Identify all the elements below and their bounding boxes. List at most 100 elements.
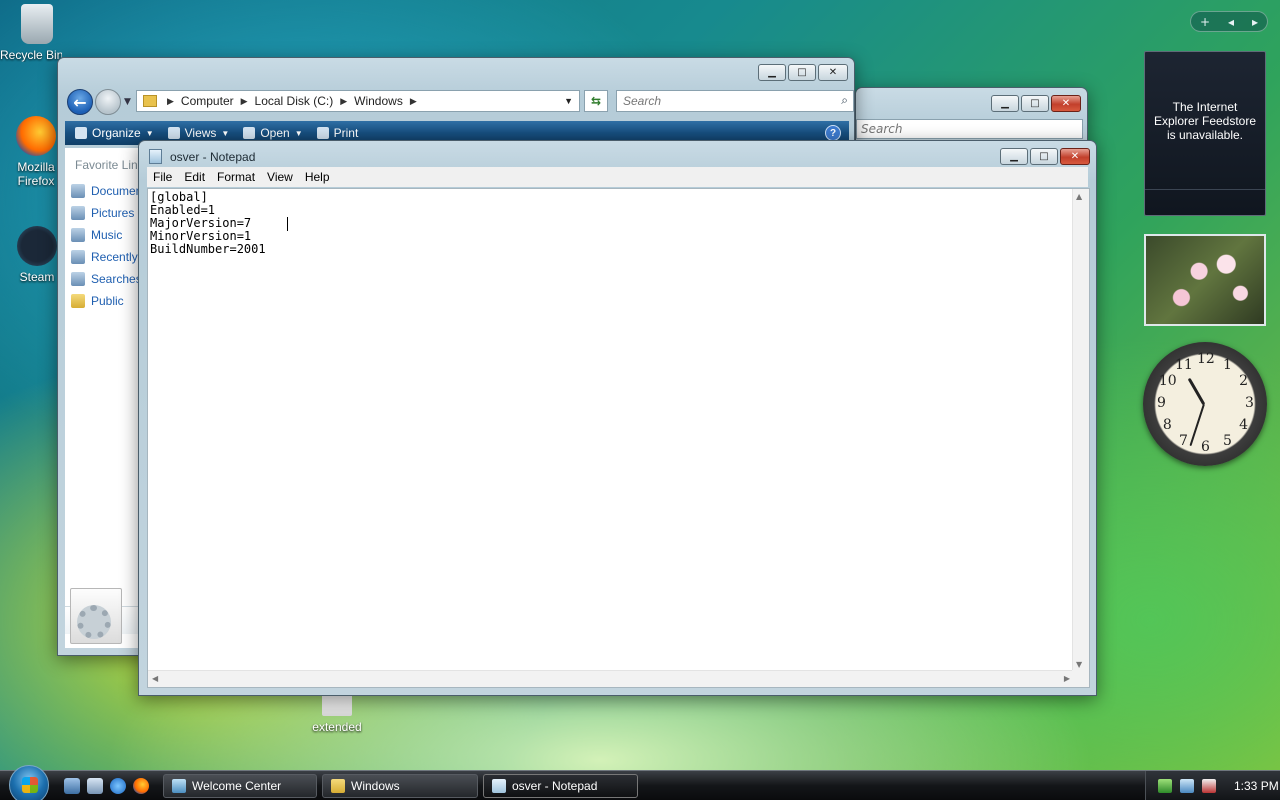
back-button[interactable]: ←	[67, 89, 93, 115]
chevron-right-icon[interactable]: ▶	[336, 96, 351, 107]
extended-desktop-icon[interactable]: extended	[300, 694, 374, 734]
folder-icon	[71, 294, 85, 308]
taskbar-button-notepad[interactable]: osver - Notepad	[483, 774, 638, 798]
nav-item-public[interactable]: Public	[71, 290, 142, 312]
clock-numeral: 4	[1239, 417, 1249, 433]
text-editor[interactable]: [global] Enabled=1 MajorVersion=7 MinorV…	[147, 188, 1090, 688]
menu-help[interactable]: Help	[299, 170, 336, 184]
views-button[interactable]: Views ▼	[167, 126, 230, 140]
breadcrumb-windows[interactable]: Windows	[351, 94, 406, 108]
switch-windows-icon[interactable]	[87, 778, 103, 794]
notepad-icon	[149, 149, 162, 164]
network-icon[interactable]	[1180, 779, 1194, 793]
nav-item-music[interactable]: Music	[71, 224, 142, 246]
volume-muted-icon[interactable]	[1202, 779, 1216, 793]
feed-headlines-gadget[interactable]: The Internet Explorer Feedstore is unava…	[1144, 51, 1266, 216]
maximize-button[interactable]: □	[1021, 95, 1049, 112]
scroll-down-icon[interactable]: ▼	[1076, 660, 1082, 669]
prev-gadget-button[interactable]: ◂	[1228, 15, 1234, 29]
taskbar: Welcome Center Windows osver - Notepad 1…	[0, 765, 1280, 800]
internet-explorer-icon[interactable]	[110, 778, 126, 794]
resize-grip[interactable]	[1072, 670, 1089, 687]
maximize-button[interactable]: □	[1030, 148, 1058, 165]
horizontal-scrollbar[interactable]: ◀ ▶	[148, 670, 1074, 687]
open-button[interactable]: Open ▼	[243, 126, 303, 140]
nav-item-recently-changed[interactable]: Recently Changed	[71, 246, 142, 268]
chevron-down-icon: ▼	[294, 128, 303, 138]
menu-view[interactable]: View	[261, 170, 299, 184]
welcome-center-icon	[172, 779, 186, 793]
slideshow-gadget[interactable]	[1144, 234, 1266, 326]
address-bar[interactable]: ▶ Computer ▶ Local Disk (C:) ▶ Windows ▶…	[136, 90, 580, 112]
recent-icon	[71, 250, 85, 264]
editor-content[interactable]: [global] Enabled=1 MajorVersion=7 MinorV…	[150, 191, 266, 256]
maximize-button[interactable]: □	[788, 64, 816, 81]
taskbar-clock[interactable]: 1:33 PM	[1234, 779, 1279, 793]
text-cursor-icon	[287, 217, 288, 231]
close-button[interactable]: ✕	[1060, 148, 1090, 165]
chevron-right-icon[interactable]: ▶	[237, 96, 252, 107]
menu-file[interactable]: File	[147, 170, 178, 184]
show-desktop-icon[interactable]	[64, 778, 80, 794]
open-icon	[243, 127, 256, 139]
history-dropdown-icon[interactable]: ▼	[124, 97, 131, 107]
nav-item-documents[interactable]: Documents	[71, 180, 142, 202]
scroll-right-icon[interactable]: ▶	[1064, 674, 1070, 683]
help-icon[interactable]: ?	[825, 125, 841, 141]
breadcrumb-local-disk[interactable]: Local Disk (C:)	[252, 94, 337, 108]
forward-button[interactable]	[95, 89, 121, 115]
nav-item-pictures[interactable]: Pictures	[71, 202, 142, 224]
chevron-down-icon: ▼	[221, 128, 230, 138]
pictures-icon	[71, 206, 85, 220]
chevron-right-icon[interactable]: ▶	[406, 96, 421, 107]
start-button[interactable]	[9, 765, 49, 800]
print-button[interactable]: Print	[316, 126, 358, 140]
favorite-links-header: Favorite Links	[75, 158, 142, 172]
desktop-icon-label: Mozilla Firefox	[17, 160, 55, 188]
recycle-bin-icon[interactable]: Recycle Bin	[0, 4, 74, 62]
gear-icon	[77, 605, 111, 639]
clock-gadget[interactable]: 12 1 2 3 4 5 6 7 8 9 10 11	[1143, 342, 1267, 466]
refresh-button[interactable]: ⇆	[584, 90, 608, 112]
search-input[interactable]: Search	[856, 119, 1083, 139]
navigation-pane: Favorite Links Documents Pictures Music …	[65, 148, 143, 648]
notepad-window[interactable]: osver - Notepad ▁ □ ✕ File Edit Format V…	[138, 140, 1097, 696]
sidebar-controls: + ◂ ▸	[1190, 11, 1268, 32]
chevron-right-icon[interactable]: ▶	[163, 96, 178, 107]
window-title-text: osver - Notepad	[170, 149, 256, 164]
scroll-up-icon[interactable]: ▲	[1076, 192, 1082, 201]
nav-item-label: Recently Changed	[91, 250, 142, 264]
nav-item-searches[interactable]: Searches	[71, 268, 142, 290]
minimize-button[interactable]: ▁	[1000, 148, 1028, 165]
steam-icon	[17, 226, 57, 266]
taskbar-button-label: osver - Notepad	[512, 779, 598, 793]
search-input[interactable]: Search ⌕	[616, 90, 854, 112]
explorer-window-background[interactable]: ▁ □ ✕ Search	[855, 87, 1088, 142]
add-gadget-button[interactable]: +	[1200, 15, 1210, 29]
taskbar-button-welcome-center[interactable]: Welcome Center	[163, 774, 317, 798]
vertical-scrollbar[interactable]: ▲ ▼	[1072, 189, 1089, 672]
next-gadget-button[interactable]: ▸	[1252, 15, 1258, 29]
clock-numeral: 9	[1157, 395, 1166, 411]
organize-label: Organize	[92, 126, 141, 140]
search-icon[interactable]: ⌕	[841, 93, 848, 108]
menu-bar: File Edit Format View Help	[147, 167, 1088, 187]
minimize-button[interactable]: ▁	[991, 95, 1019, 112]
menu-format[interactable]: Format	[211, 170, 261, 184]
views-icon	[167, 127, 180, 139]
close-button[interactable]: ✕	[1051, 95, 1081, 112]
taskbar-button-windows[interactable]: Windows	[322, 774, 478, 798]
menu-edit[interactable]: Edit	[178, 170, 211, 184]
firefox-icon[interactable]	[133, 778, 149, 794]
minimize-button[interactable]: ▁	[758, 64, 786, 81]
clock-numeral: 10	[1158, 373, 1177, 389]
clock-numeral: 8	[1162, 417, 1172, 433]
trash-icon	[21, 4, 53, 44]
close-button[interactable]: ✕	[818, 64, 848, 81]
scroll-left-icon[interactable]: ◀	[152, 674, 158, 683]
breadcrumb-computer[interactable]: Computer	[178, 94, 237, 108]
organize-button[interactable]: Organize ▼	[75, 126, 154, 140]
security-icon[interactable]	[1158, 779, 1172, 793]
address-dropdown-icon[interactable]: ▼	[564, 96, 579, 106]
feed-message: The Internet Explorer Feedstore is unava…	[1153, 100, 1257, 142]
